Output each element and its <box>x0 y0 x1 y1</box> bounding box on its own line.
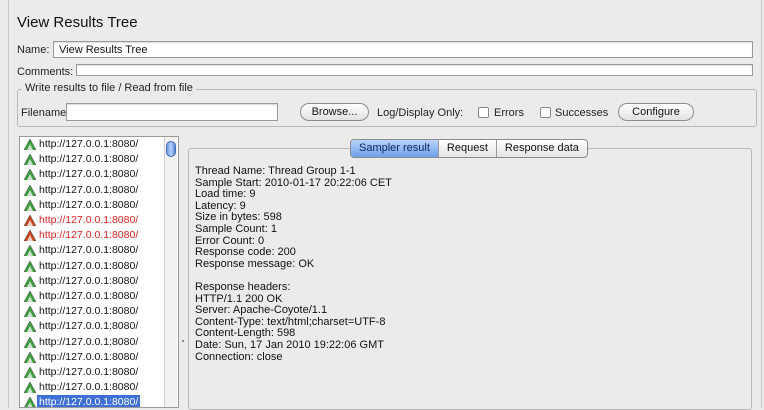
name-label: Name: <box>17 44 50 56</box>
sampler-icon <box>23 153 37 166</box>
sampler-icon <box>23 244 37 257</box>
tree-item-label: http://127.0.0.1:8080/ <box>39 305 139 318</box>
result-line: Response message: OK <box>195 257 315 270</box>
tree-item-label: http://127.0.0.1:8080/ <box>39 153 139 166</box>
warning-sampler-icon <box>23 229 37 242</box>
successes-label: Successes <box>555 107 609 119</box>
tree-item-label: http://127.0.0.1:8080/ <box>39 290 139 302</box>
tree-item-label: http://127.0.0.1:8080/ <box>39 138 139 150</box>
split-divider-handle[interactable] <box>182 340 184 342</box>
result-tabs: Sampler result Request Response data <box>350 139 588 158</box>
sampler-icon <box>23 259 37 272</box>
file-group-legend: Write results to file / Read from file <box>22 82 196 94</box>
sampler-icon <box>24 396 36 407</box>
sampler-result-text: Thread Name: Thread Group 1-1 Sample Star… <box>195 165 392 363</box>
warning-sampler-icon <box>23 214 37 227</box>
tree-item-label: http://127.0.0.1:8080/ <box>39 214 139 226</box>
tree-item-label: http://127.0.0.1:8080/ <box>39 366 139 378</box>
scrollbar-thumb[interactable] <box>166 141 176 157</box>
log-display-label: Log/Display Only: <box>377 107 464 119</box>
tree-scrollbar[interactable] <box>164 137 177 407</box>
tree-item-label: http://127.0.0.1:8080/ <box>39 244 139 257</box>
sampler-icon <box>23 305 37 318</box>
sampler-icon <box>23 168 37 181</box>
result-line: Thread Name: Thread Group 1-1 <box>195 165 356 177</box>
tree-item-label: http://127.0.0.1:8080/ <box>39 229 139 242</box>
tab-sampler-result[interactable]: Sampler result <box>351 140 439 157</box>
filename-label: Filename <box>21 107 67 119</box>
sampler-icon <box>23 138 37 151</box>
sampler-icon <box>23 275 37 288</box>
tree-item-label: http://127.0.0.1:8080/ <box>37 395 141 407</box>
result-line: Sample Count: 1 <box>195 222 277 235</box>
result-line: Server: Apache-Coyote/1.1 <box>195 304 328 317</box>
tree-item-label: http://127.0.0.1:8080/ <box>39 381 139 394</box>
tree-item-label: http://127.0.0.1:8080/ <box>39 168 139 181</box>
comments-label: Comments: <box>17 66 74 78</box>
tree-item-label: http://127.0.0.1:8080/ <box>39 198 139 211</box>
tree-item-label: http://127.0.0.1:8080/ <box>39 274 139 287</box>
result-line: Date: Sun, 17 Jan 2010 19:22:06 GMT <box>195 338 384 351</box>
sampler-icon <box>23 351 37 364</box>
comments-field[interactable] <box>76 64 753 76</box>
results-tree[interactable]: http://127.0.0.1:8080/http://127.0.0.1:8… <box>19 136 179 408</box>
tab-request[interactable]: Request <box>439 140 497 157</box>
sampler-icon <box>23 290 37 303</box>
sampler-icon <box>23 183 37 196</box>
tree-item-label: http://127.0.0.1:8080/ <box>39 183 139 196</box>
tree-item-label: http://127.0.0.1:8080/ <box>39 335 139 348</box>
sampler-icon <box>23 320 37 333</box>
configure-button[interactable]: Configure <box>618 103 694 121</box>
tree-item-label: http://127.0.0.1:8080/ <box>39 350 139 363</box>
errors-checkbox[interactable] <box>478 107 489 118</box>
result-line: Response headers: <box>195 280 291 293</box>
tree-item-label: http://127.0.0.1:8080/ <box>39 259 139 272</box>
result-line: Connection: close <box>195 350 283 363</box>
successes-checkbox[interactable] <box>540 107 551 118</box>
sampler-icon <box>23 335 37 348</box>
name-field[interactable]: View Results Tree <box>53 41 753 58</box>
sampler-icon <box>23 199 37 212</box>
filename-input[interactable] <box>66 103 278 121</box>
tree-item-label: http://127.0.0.1:8080/ <box>39 320 139 333</box>
browse-button[interactable]: Browse... <box>300 103 369 121</box>
sampler-icon <box>23 381 37 394</box>
errors-label: Errors <box>494 107 524 119</box>
result-line: Response code: 200 <box>195 246 296 259</box>
sampler-icon <box>23 366 37 379</box>
page-title: View Results Tree <box>17 14 138 31</box>
tab-response-data[interactable]: Response data <box>497 140 587 157</box>
